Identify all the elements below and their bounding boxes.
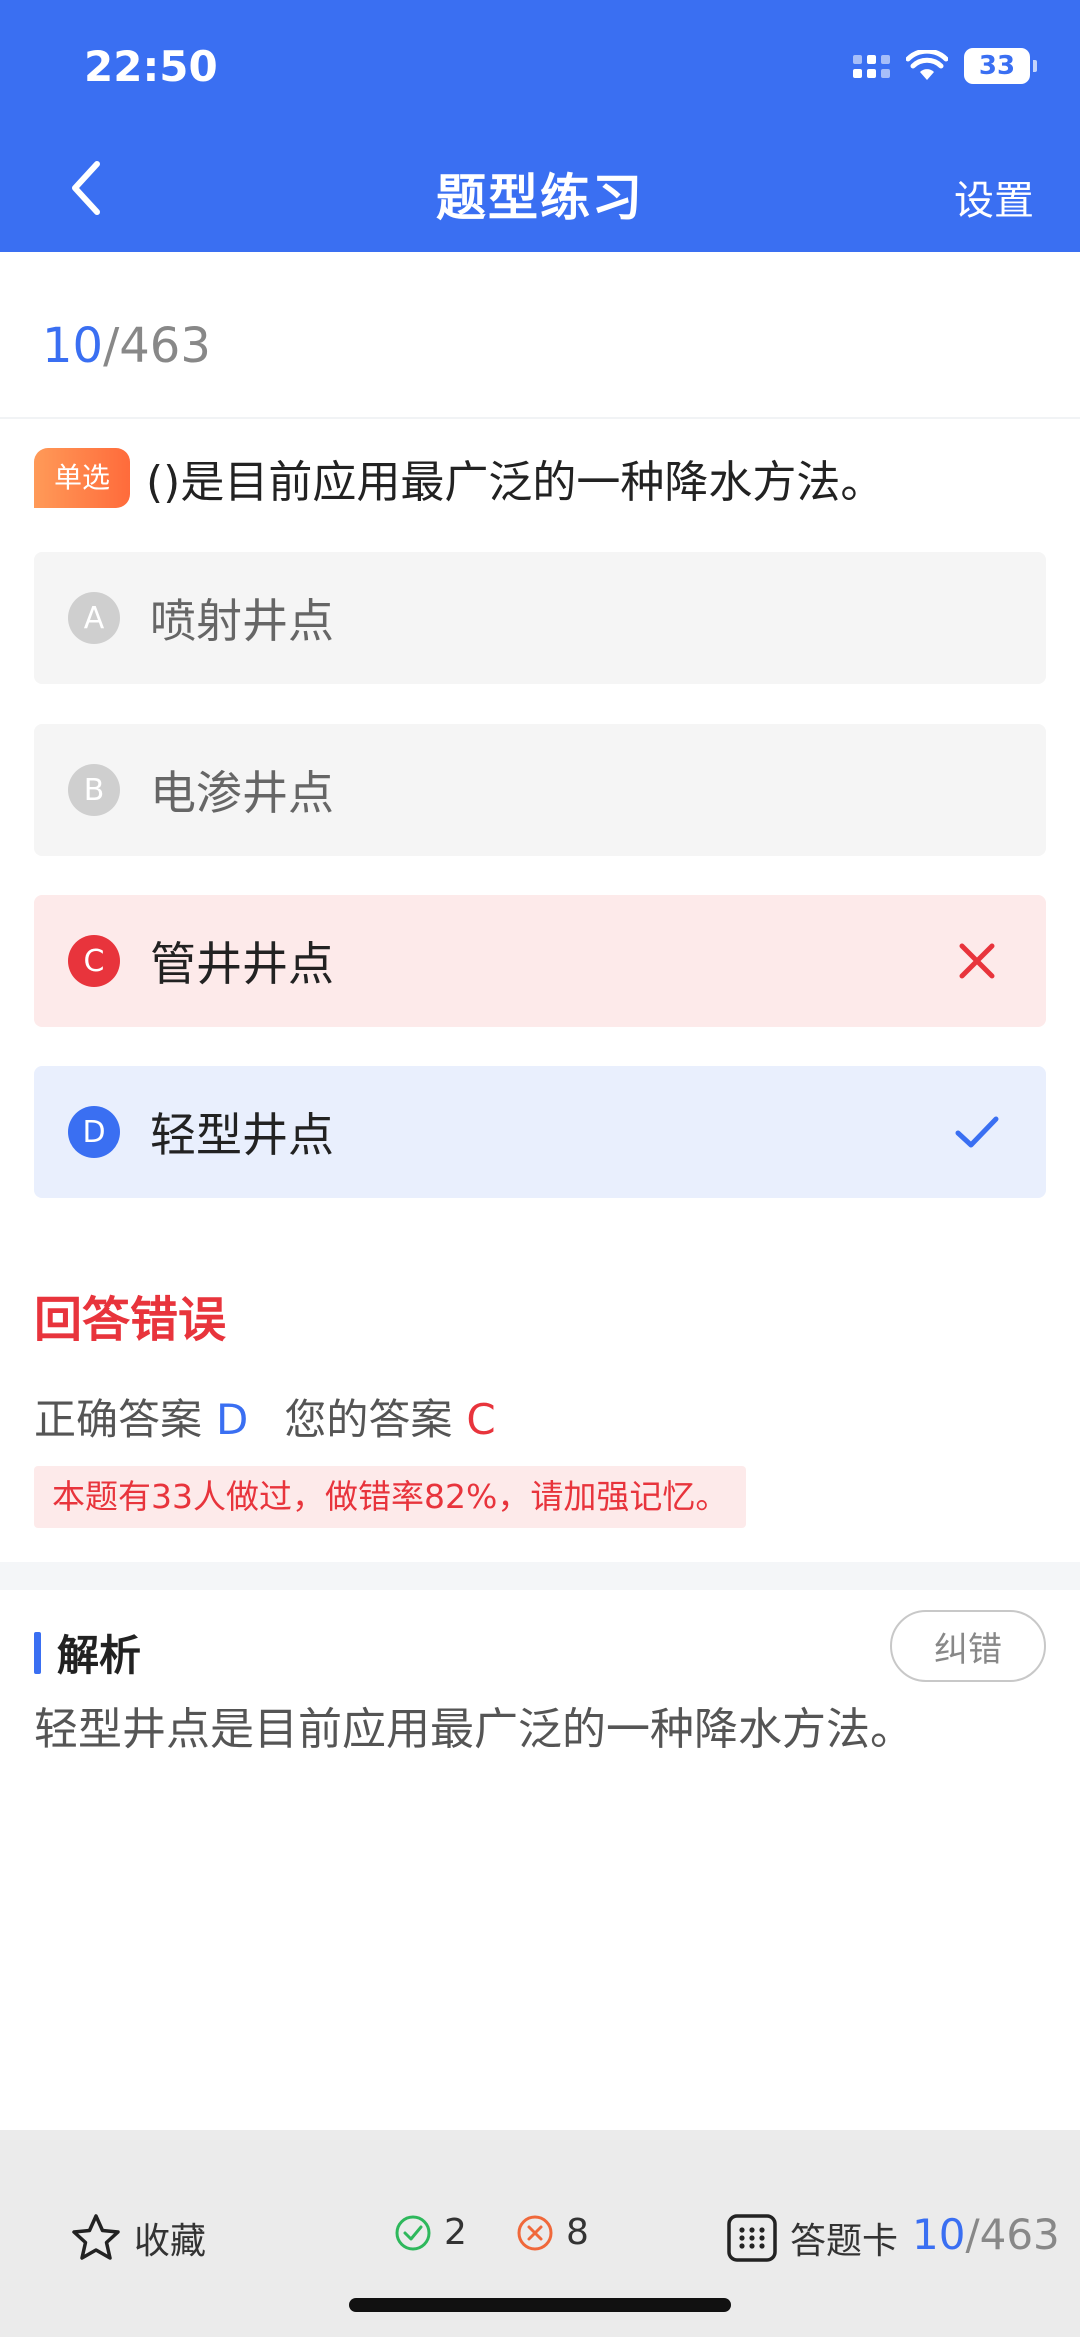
correct-answer-label: 正确答案 — [34, 1395, 203, 1444]
star-icon — [72, 2214, 120, 2260]
question-counter: 10/463 — [42, 318, 211, 374]
question-type-tag: 单选 — [34, 448, 131, 508]
option-label: 轻型井点 — [150, 1108, 334, 1162]
option-letter: D — [68, 1106, 120, 1158]
page-title: 题型练习 — [436, 169, 644, 227]
analysis-text: 轻型井点是目前应用最广泛的一种降水方法。 — [34, 1704, 914, 1755]
home-indicator — [349, 2298, 731, 2312]
favorite-button[interactable]: 收藏 — [70, 2212, 206, 2264]
x-circle-icon — [517, 2215, 553, 2250]
settings-button[interactable]: 设置 — [954, 168, 1034, 226]
counter-current: 10 — [42, 318, 104, 374]
wrong-count-value: 8 — [566, 2212, 589, 2253]
result-title: 回答错误 — [34, 1292, 227, 1348]
analysis-title: 解析 — [57, 1631, 142, 1680]
option-a[interactable]: A 喷射井点 — [34, 552, 1046, 684]
bottom-progress: 10/463 — [912, 2210, 1060, 2259]
counter-total: /463 — [103, 318, 211, 374]
check-circle-icon — [395, 2215, 431, 2250]
bottom-progress-current: 10 — [912, 2210, 966, 2259]
wrong-count: 8 — [516, 2212, 589, 2253]
option-letter: C — [68, 935, 120, 987]
option-letter: B — [68, 764, 120, 816]
answer-card-label: 答题卡 — [790, 2221, 899, 2262]
option-label: 电渗井点 — [150, 766, 334, 820]
bottom-progress-total: /463 — [965, 2210, 1060, 2259]
your-answer-label: 您的答案 — [284, 1395, 453, 1444]
section-separator — [0, 1562, 1080, 1590]
option-letter: A — [68, 592, 120, 644]
check-icon — [955, 1116, 999, 1148]
option-d[interactable]: D 轻型井点 — [34, 1066, 1046, 1198]
divider — [0, 417, 1080, 419]
option-label: 管井井点 — [150, 937, 334, 991]
report-error-button[interactable]: 纠错 — [890, 1610, 1046, 1682]
correct-answer-value: D — [216, 1395, 249, 1444]
grid-icon — [727, 2214, 777, 2262]
correct-count: 2 — [394, 2212, 467, 2253]
error-rate-note: 本题有33人做过，做错率82%，请加强记忆。 — [34, 1466, 747, 1528]
correct-count-value: 2 — [444, 2212, 467, 2253]
wifi-icon — [906, 50, 948, 80]
option-c[interactable]: C 管井井点 — [34, 895, 1046, 1027]
header: 22:50 33 题型练习 设置 — [0, 0, 1080, 252]
question-text: ()是目前应用最广泛的一种降水方法。 — [146, 457, 885, 508]
favorite-label: 收藏 — [134, 2221, 207, 2262]
question: 单选 ()是目前应用最广泛的一种降水方法。 — [34, 446, 1050, 510]
cross-icon — [959, 943, 995, 979]
battery-icon: 33 — [964, 48, 1037, 84]
section-accent-bar — [34, 1631, 41, 1674]
option-label: 喷射井点 — [150, 594, 334, 648]
practice-page: 22:50 33 题型练习 设置 10/463 单选 ()是目前应用最广泛的一种… — [0, 0, 1080, 2337]
your-answer-value: C — [466, 1395, 496, 1444]
answer-card-button[interactable]: 答题卡 — [726, 2212, 898, 2264]
analysis-header: 解析 — [34, 1622, 141, 1683]
answer-summary: 正确答案 D 您的答案 C — [34, 1386, 496, 1447]
status-time: 22:50 — [84, 42, 218, 91]
status-icons: 33 — [853, 48, 1037, 84]
signal-icon — [853, 54, 890, 78]
option-b[interactable]: B 电渗井点 — [34, 724, 1046, 856]
